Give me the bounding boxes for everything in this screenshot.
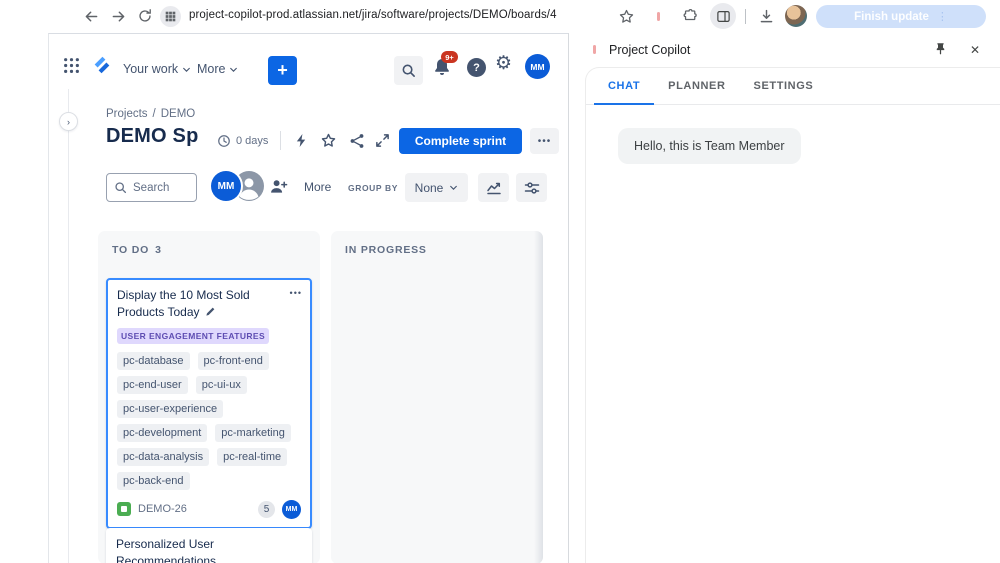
issue-card-demo-26[interactable]: ••• Display the 10 Most Sold Products To… — [106, 278, 312, 529]
browser-toolbar: project-copilot-prod.atlassian.net/jira/… — [0, 0, 1000, 33]
header-divider — [280, 131, 281, 150]
sprint-days-remaining[interactable]: 0 days — [217, 134, 268, 148]
tab-chat[interactable]: CHAT — [594, 68, 655, 105]
group-by-label: GROUP BY — [348, 183, 398, 193]
panel-header: Project Copilot ✕ — [569, 33, 1000, 66]
issue-key[interactable]: DEMO-26 — [138, 503, 187, 515]
screen: project-copilot-prod.atlassian.net/jira/… — [0, 0, 1000, 563]
project-copilot-panel: Project Copilot ✕ CHAT PLANNER SETTINGS … — [569, 33, 1000, 563]
notifications-bell-icon[interactable]: 9+ — [432, 51, 458, 79]
scroll-shadow — [534, 231, 543, 563]
board-search-input[interactable] — [133, 181, 188, 194]
assignee-avatar[interactable]: MM — [282, 499, 301, 519]
nav-your-work[interactable]: Your work — [123, 62, 191, 76]
notification-dot — [657, 12, 660, 21]
chat-message-bubble: Hello, this is Team Member — [618, 128, 801, 164]
download-icon[interactable] — [757, 7, 775, 25]
jira-logo-icon[interactable] — [91, 54, 113, 76]
group-by-select[interactable]: None — [405, 173, 468, 202]
column-todo-count: 3 — [155, 244, 162, 256]
share-icon[interactable] — [347, 131, 366, 150]
insights-chart-icon[interactable] — [478, 173, 509, 202]
tag[interactable]: pc-user-experience — [117, 399, 224, 418]
finish-update-label: Finish update — [854, 10, 929, 23]
nav-more[interactable]: More — [197, 62, 238, 76]
help-icon[interactable]: ? — [467, 58, 486, 77]
tag[interactable]: pc-front-end — [197, 351, 269, 370]
jira-page: › Your work More + 9+ ? ⚙ MM Projects / … — [48, 33, 568, 563]
complete-sprint-button[interactable]: Complete sprint — [399, 128, 522, 154]
chevron-down-icon — [183, 67, 190, 72]
settings-gear-icon[interactable]: ⚙ — [495, 54, 512, 73]
browser-profile-avatar[interactable] — [785, 5, 807, 27]
sprint-more-menu[interactable]: ••• — [530, 128, 559, 154]
issue-card-personalized[interactable]: Personalized User Recommendations — [106, 528, 312, 563]
user-avatar[interactable]: MM — [525, 54, 550, 79]
nav-search-icon[interactable] — [394, 56, 423, 85]
favorite-star-icon[interactable] — [319, 131, 338, 150]
chevron-down-icon — [230, 67, 238, 72]
panel-title: Project Copilot — [609, 42, 691, 57]
breadcrumb: Projects / DEMO — [106, 108, 195, 120]
breadcrumb-project[interactable]: DEMO — [161, 108, 196, 120]
panel-favicon — [593, 45, 596, 54]
create-button[interactable]: + — [268, 56, 297, 85]
close-icon[interactable]: ✕ — [970, 43, 980, 57]
column-todo: TO DO 3 ••• Display the 10 Most Sold Pro… — [98, 231, 320, 563]
finish-update-menu-icon: ⋮ — [936, 11, 948, 23]
estimate-badge: 5 — [258, 500, 275, 518]
card-more-menu[interactable]: ••• — [290, 288, 302, 298]
clock-icon — [218, 135, 230, 147]
edit-pencil-icon[interactable] — [205, 306, 216, 317]
search-icon — [115, 182, 127, 194]
view-settings-sliders-icon[interactable] — [516, 173, 547, 202]
tag[interactable]: pc-database — [117, 351, 190, 370]
panel-content: CHAT PLANNER SETTINGS Hello, this is Tea… — [585, 67, 1000, 563]
issue-type-icon — [117, 502, 131, 517]
breadcrumb-projects[interactable]: Projects — [106, 108, 148, 120]
card-tags: pc-database pc-front-end pc-end-user pc-… — [117, 351, 301, 490]
fullscreen-icon[interactable] — [373, 131, 392, 150]
column-in-progress-header: IN PROGRESS — [345, 244, 427, 256]
chevron-down-icon — [450, 185, 458, 190]
epic-label[interactable]: USER ENGAGEMENT FEATURES — [117, 327, 270, 344]
sidebar-rail — [68, 89, 69, 563]
tag[interactable]: pc-development — [117, 423, 208, 442]
panel-tabs: CHAT PLANNER SETTINGS — [586, 68, 1000, 105]
board-search — [106, 173, 197, 202]
breadcrumb-separator: / — [152, 108, 156, 120]
address-bar[interactable]: project-copilot-prod.atlassian.net/jira/… — [189, 9, 557, 21]
pin-icon[interactable] — [933, 42, 948, 57]
page-title: DEMO Sp — [106, 125, 199, 147]
add-people-icon[interactable] — [269, 177, 288, 196]
site-info-icon[interactable] — [160, 6, 181, 27]
tab-settings[interactable]: SETTINGS — [740, 68, 828, 105]
side-panel-toggle-icon[interactable] — [710, 3, 736, 29]
back-icon[interactable] — [82, 7, 100, 25]
extensions-icon[interactable] — [681, 7, 699, 25]
finish-update-button[interactable]: Finish update ⋮ — [816, 5, 986, 28]
filter-more[interactable]: More — [304, 180, 331, 194]
app-switcher-icon[interactable] — [63, 57, 80, 74]
toolbar-divider — [745, 9, 746, 24]
reload-icon[interactable] — [136, 7, 154, 25]
tag[interactable]: pc-ui-ux — [195, 375, 247, 394]
automation-bolt-icon[interactable] — [292, 131, 311, 150]
tag[interactable]: pc-marketing — [215, 423, 291, 442]
forward-icon[interactable] — [109, 7, 127, 25]
card-title: Personalized User Recommendations — [116, 537, 217, 563]
tag[interactable]: pc-back-end — [117, 471, 190, 490]
bookmark-star-icon[interactable] — [617, 7, 635, 25]
column-todo-header: TO DO 3 — [112, 244, 162, 256]
tag[interactable]: pc-real-time — [217, 447, 288, 466]
card-footer: DEMO-26 5 MM — [117, 499, 301, 519]
tab-planner[interactable]: PLANNER — [654, 68, 739, 105]
card-title: Display the 10 Most Sold Products Today — [117, 288, 250, 319]
column-in-progress: IN PROGRESS — [331, 231, 543, 563]
expand-sidebar-button[interactable]: › — [59, 112, 78, 131]
tag[interactable]: pc-end-user — [117, 375, 188, 394]
filter-avatar-mm[interactable]: MM — [211, 171, 241, 201]
notification-count-badge: 9+ — [441, 51, 458, 63]
tag[interactable]: pc-data-analysis — [117, 447, 210, 466]
